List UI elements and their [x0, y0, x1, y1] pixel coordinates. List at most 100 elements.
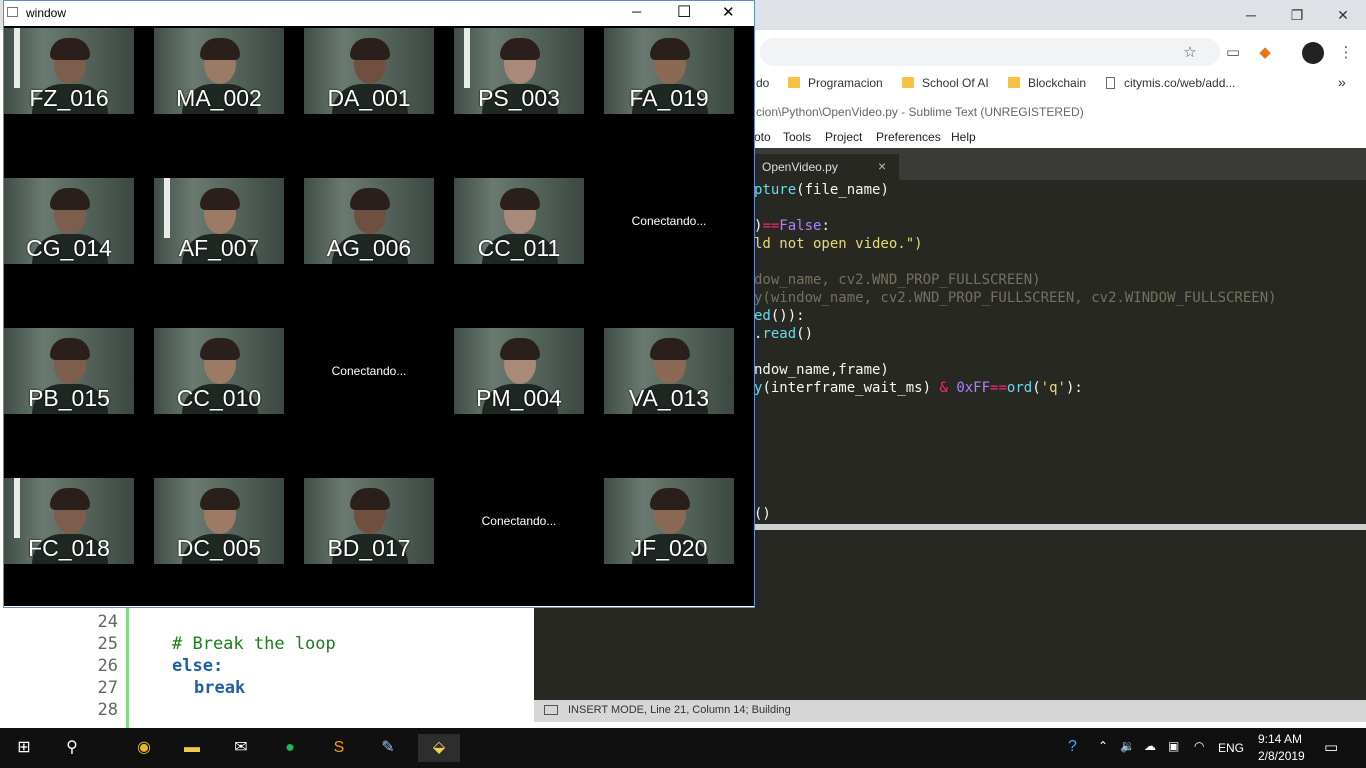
code-keyword: break	[194, 678, 246, 698]
video-cell: DA_001	[304, 28, 434, 114]
connecting-status: Conectando...	[481, 514, 557, 528]
video-maximize-button[interactable]: ☐	[677, 2, 691, 22]
person-hair-shape	[350, 188, 390, 210]
line-number: 26	[97, 656, 118, 676]
video-cell: CC_010	[154, 328, 284, 414]
cell-gutter-bar	[126, 608, 129, 728]
video-cell: AF_007	[154, 178, 284, 264]
video-frame-bar	[14, 478, 20, 538]
video-cell: PB_015	[4, 328, 134, 414]
chrome-icon[interactable]: ◉	[130, 734, 158, 762]
spotify-icon[interactable]: ●	[276, 734, 304, 762]
tab-openvideo[interactable]: OpenVideo.py ×	[754, 154, 899, 180]
video-cell-label: VA_013	[628, 385, 710, 411]
file-explorer-icon[interactable]: ▬	[178, 734, 206, 762]
cloud-icon[interactable]: ☁	[1144, 739, 1156, 753]
bookmark-page-citymis[interactable]: citymis.co/web/add...	[1106, 76, 1235, 90]
line-number: 24	[97, 612, 118, 632]
taskbar: ⊞ ⚲ ◉ ▬ ✉ ● S ✎ ⬙ ? ⌃ 🔉 ☁ ▣ ◠ ENG 9:14 A…	[0, 728, 1366, 768]
video-cell: CC_011	[454, 178, 584, 264]
video-cell: PS_003	[454, 28, 584, 114]
person-hair-shape	[650, 38, 690, 60]
window-app-icon	[7, 7, 18, 17]
bookmarks-overflow-button[interactable]: »	[1338, 74, 1346, 90]
paint-icon[interactable]: ✎	[374, 734, 402, 762]
video-cell: CG_014	[4, 178, 134, 264]
video-minimize-button[interactable]: ─	[632, 4, 641, 19]
chevron-up-icon[interactable]: ⌃	[1098, 739, 1108, 753]
video-cell-label: PB_015	[28, 385, 110, 411]
bookmark-folder-blockchain[interactable]: Blockchain	[1008, 76, 1086, 90]
menu-preferences[interactable]: Preferences	[876, 130, 941, 144]
video-cell-label: DA_001	[327, 85, 411, 111]
video-cell: DC_005	[154, 478, 284, 564]
volume-icon[interactable]: 🔉	[1120, 739, 1135, 753]
sublime-text-icon[interactable]: S	[325, 734, 353, 762]
help-icon[interactable]: ?	[1068, 738, 1077, 756]
clock-date[interactable]: 2/8/2019	[1258, 749, 1305, 763]
search-icon[interactable]: ⚲	[58, 734, 86, 762]
video-cell-label: AF_007	[178, 235, 260, 261]
connecting-status: Conectando...	[331, 364, 407, 378]
menu-kebab-icon[interactable]: ⋮	[1336, 43, 1356, 63]
video-cell-label: DC_005	[176, 535, 262, 561]
person-hair-shape	[350, 488, 390, 510]
video-cell-connecting: Conectando...	[454, 478, 584, 564]
star-icon[interactable]: ☆	[1180, 43, 1200, 63]
person-hair-shape	[500, 338, 540, 360]
person-hair-shape	[500, 38, 540, 60]
tab-label: OpenVideo.py	[762, 160, 838, 174]
mail-icon[interactable]: ✉	[227, 734, 255, 762]
video-frame-bar	[164, 178, 170, 238]
metamask-icon[interactable]: ◆	[1255, 43, 1275, 63]
status-text: INSERT MODE, Line 21, Column 14; Buildin…	[568, 704, 791, 716]
menu-help[interactable]: Help	[951, 130, 976, 144]
chrome-restore-button[interactable]: ❐	[1282, 4, 1312, 26]
bookmark-item[interactable]: do	[756, 76, 769, 90]
bookmark-folder-school-of-ai[interactable]: School Of AI	[902, 76, 989, 90]
video-cell: FZ_016	[4, 28, 134, 114]
avatar[interactable]	[1302, 42, 1324, 64]
bookmark-label: citymis.co/web/add...	[1124, 76, 1236, 90]
chrome-close-button[interactable]: ✕	[1328, 4, 1358, 26]
video-cell-connecting: Conectando...	[604, 178, 734, 264]
wifi-icon[interactable]: ◠	[1194, 739, 1204, 753]
sublime-status-bar: INSERT MODE, Line 21, Column 14; Buildin…	[534, 700, 1366, 722]
language-indicator[interactable]: ENG	[1218, 741, 1244, 755]
bookmark-folder-programacion[interactable]: Programacion	[788, 76, 883, 90]
extension-icon[interactable]: ▭	[1223, 43, 1243, 63]
notification-icon[interactable]: ▭	[1324, 738, 1338, 756]
video-close-button[interactable]: ✕	[722, 3, 735, 21]
video-cell-label: CC_010	[176, 385, 262, 411]
menu-tools[interactable]: Tools	[783, 130, 811, 144]
code-editor[interactable]: pture(file_name) )==False: ld not open v…	[754, 180, 1366, 524]
address-bar[interactable]	[760, 38, 1220, 66]
video-cell-label: CC_011	[477, 235, 561, 261]
line-number: 25	[97, 634, 118, 654]
video-cell: PM_004	[454, 328, 584, 414]
person-hair-shape	[50, 488, 90, 510]
person-hair-shape	[650, 338, 690, 360]
menu-project[interactable]: Project	[825, 130, 862, 144]
python-icon[interactable]: ⬙	[418, 734, 460, 762]
tab-close-icon[interactable]: ×	[878, 158, 886, 174]
windows-start-icon[interactable]: ⊞	[10, 734, 38, 762]
bookmarks-bar: do Programacion School Of AI Blockchain …	[754, 72, 1366, 96]
menu-goto[interactable]: oto	[754, 130, 771, 144]
video-window-title-bar[interactable]: window ─ ☐ ✕	[4, 1, 754, 25]
chrome-minimize-button[interactable]: ─	[1236, 4, 1266, 26]
network-icon[interactable]: ▣	[1168, 739, 1179, 753]
folder-icon	[902, 77, 914, 88]
video-frame-bar	[464, 28, 470, 88]
folder-icon	[788, 77, 800, 88]
person-hair-shape	[650, 488, 690, 510]
bookmark-label: School Of AI	[922, 76, 989, 90]
sublime-menu-bar: oto Tools Project Preferences Help	[754, 126, 1366, 148]
console-toggle-icon[interactable]	[544, 705, 558, 715]
connecting-status: Conectando...	[631, 214, 707, 228]
clock-time[interactable]: 9:14 AM	[1258, 732, 1302, 746]
person-hair-shape	[50, 38, 90, 60]
video-cell-label: AG_006	[326, 235, 412, 261]
video-cell-label: BD_017	[327, 535, 411, 561]
video-cell-label: MA_002	[176, 85, 262, 111]
